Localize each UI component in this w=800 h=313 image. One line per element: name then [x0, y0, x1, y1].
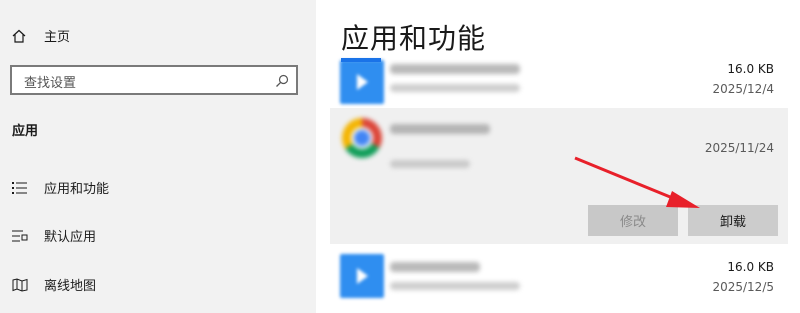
selection-accent-bar [341, 58, 381, 62]
sidebar-item-label: 离线地图 [44, 279, 97, 294]
blurred-app-version [390, 160, 470, 168]
blurred-publisher [390, 84, 520, 92]
app-install-date: 2025/11/24 [704, 141, 774, 155]
app-list-item-selected[interactable]: 2025/11/24 修改 卸载 [330, 108, 788, 244]
sidebar-item-label: 应用和功能 [44, 182, 110, 197]
sidebar-item-default-apps[interactable]: 默认应用 [12, 226, 96, 245]
app-install-date: 2025/12/5 [712, 280, 774, 294]
search-input[interactable]: 查找设置 [10, 65, 298, 95]
default-apps-icon [12, 228, 32, 244]
home-nav-item[interactable]: 主页 [12, 26, 70, 45]
app-list-item[interactable]: 16.0 KB 2025/12/5 [330, 248, 788, 303]
sidebar-item-apps-features[interactable]: 应用和功能 [12, 178, 109, 197]
blurred-app-name [390, 64, 520, 74]
blurred-app-name [390, 262, 480, 272]
home-icon [12, 28, 32, 44]
sidebar-item-offline-maps[interactable]: 离线地图 [12, 275, 96, 294]
app-icon [340, 254, 384, 298]
app-icon [340, 60, 384, 104]
section-heading-apps: 应用 [12, 124, 39, 139]
app-install-date: 2025/12/4 [712, 82, 774, 96]
page-title: 应用和功能 [341, 22, 487, 55]
home-label: 主页 [44, 30, 71, 45]
sidebar-item-label: 默认应用 [44, 230, 97, 245]
app-size: 16.0 KB [727, 62, 774, 76]
uninstall-button[interactable]: 卸载 [688, 205, 778, 236]
apps-features-icon [12, 180, 32, 196]
search-placeholder: 查找设置 [24, 76, 77, 91]
app-list-item[interactable]: 16.0 KB 2025/12/4 [330, 54, 788, 104]
offline-maps-icon [12, 277, 32, 293]
search-icon[interactable] [275, 73, 289, 92]
settings-sidebar: 主页 查找设置 应用 应用和功能 默认应用 离线地图 [0, 0, 316, 313]
blurred-app-name [390, 124, 490, 134]
app-icon [342, 118, 382, 158]
app-size: 16.0 KB [727, 260, 774, 274]
modify-button[interactable]: 修改 [588, 205, 678, 236]
blurred-publisher [390, 282, 520, 290]
